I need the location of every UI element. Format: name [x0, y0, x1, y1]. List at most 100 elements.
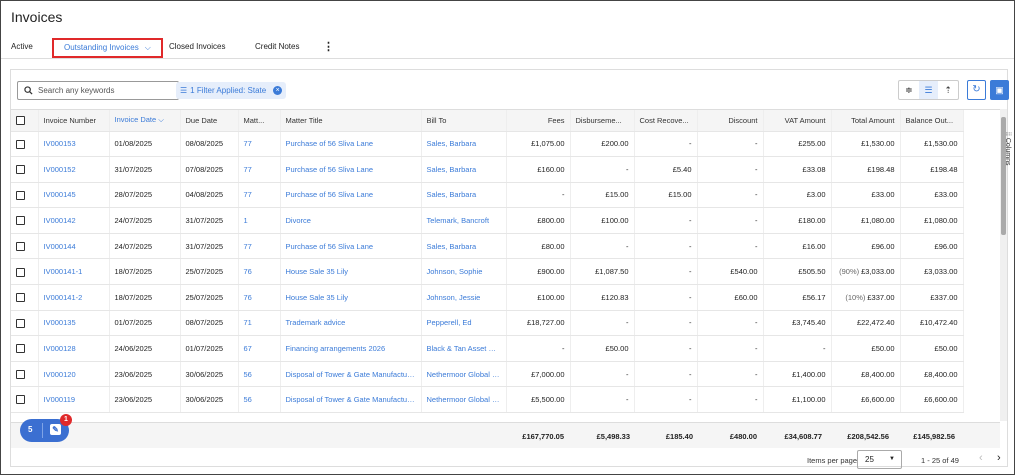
- cell-matter-number[interactable]: 1: [238, 207, 281, 234]
- cell-matter-number[interactable]: 76: [238, 284, 281, 311]
- cell-matter-number[interactable]: 56: [238, 361, 281, 388]
- row-checkbox[interactable]: [11, 258, 39, 286]
- total-cost-recovery: £185.40: [665, 432, 693, 441]
- col-header[interactable]: VAT Amount: [763, 110, 832, 132]
- cell-matter-number[interactable]: 77: [238, 182, 281, 209]
- cell-matter-title[interactable]: Purchase of 56 Sliva Lane: [280, 182, 422, 209]
- col-header[interactable]: Matter Title: [280, 110, 422, 132]
- col-header[interactable]: Balance Out...: [900, 110, 964, 132]
- cell-bill-to[interactable]: Telemark, Bancroft: [421, 207, 507, 234]
- tab-closed-invoices[interactable]: Closed Invoices: [169, 37, 225, 57]
- col-header[interactable]: Invoice Number: [38, 110, 110, 132]
- row-checkbox[interactable]: [11, 361, 39, 388]
- row-checkbox[interactable]: [11, 156, 39, 183]
- cell-bill-to[interactable]: Sales, Barbara: [421, 233, 507, 260]
- cell-bill-to[interactable]: Johnson, Sophie: [421, 258, 507, 286]
- cell-invoice-number[interactable]: IV000153: [38, 131, 110, 158]
- cell-bill-to[interactable]: Sales, Barbara: [421, 182, 507, 209]
- col-header[interactable]: Bill To: [421, 110, 507, 132]
- col-header[interactable]: Matt...: [238, 110, 281, 132]
- cell-bill-to[interactable]: Pepperell, Ed: [421, 310, 507, 337]
- tab-credit-notes[interactable]: Credit Notes: [255, 37, 299, 57]
- cell-matter-title[interactable]: Trademark advice: [280, 310, 422, 337]
- col-header-sorted[interactable]: Invoice Date ⌵: [109, 110, 181, 132]
- table-row[interactable]: IV000120 23/06/2025 30/06/2025 56 Disposal o…: [11, 361, 964, 388]
- density-compact-icon[interactable]: ≑: [899, 81, 919, 99]
- col-header[interactable]: Due Date: [180, 110, 239, 132]
- prev-page-icon[interactable]: ‹: [979, 452, 983, 464]
- cell-invoice-number[interactable]: IV000120: [38, 361, 110, 388]
- cell-bill-to[interactable]: Nethermoor Global Ltd: [421, 386, 507, 414]
- more-options-icon[interactable]: ⋮: [323, 40, 334, 53]
- cell-bill-to[interactable]: Black & Tan Asset M...: [421, 335, 507, 362]
- cell-matter-number[interactable]: 77: [238, 156, 281, 183]
- cell-invoice-number[interactable]: IV000144: [38, 233, 110, 260]
- tab-outstanding-invoices[interactable]: Outstanding Invoices ⌵: [52, 38, 163, 58]
- cell-matter-number[interactable]: 76: [238, 258, 281, 286]
- refresh-button[interactable]: ↻: [967, 80, 986, 100]
- table-row[interactable]: IV000142 24/07/2025 31/07/2025 1 Divorce Tele…: [11, 207, 964, 234]
- select-all-checkbox[interactable]: [11, 110, 39, 132]
- row-checkbox[interactable]: [11, 335, 39, 362]
- cell-matter-title[interactable]: Disposal of Tower & Gate Manufacturing: [280, 386, 422, 414]
- cell-invoice-number[interactable]: IV000142: [38, 207, 110, 234]
- density-comfortable-icon[interactable]: ⇡: [938, 81, 958, 99]
- cell-matter-title[interactable]: Purchase of 56 Sliva Lane: [280, 233, 422, 260]
- row-checkbox[interactable]: [11, 131, 39, 158]
- cell-invoice-number[interactable]: IV000128: [38, 335, 110, 362]
- cell-bill-to[interactable]: Nethermoor Global Ltd: [421, 361, 507, 388]
- table-row[interactable]: IV000152 31/07/2025 07/08/2025 77 Purchase o…: [11, 156, 964, 183]
- cell-matter-title[interactable]: Financing arrangements 2026: [280, 335, 422, 362]
- density-standard-icon[interactable]: ☰: [918, 81, 939, 99]
- cell-invoice-number[interactable]: IV000135: [38, 310, 110, 337]
- col-header[interactable]: Total Amount: [831, 110, 901, 132]
- table-row[interactable]: IV000153 01/08/2025 08/08/2025 77 Purchase o…: [11, 131, 964, 158]
- cell-invoice-number[interactable]: IV000141-1: [38, 258, 110, 286]
- clear-filter-icon[interactable]: ×: [273, 86, 283, 95]
- col-header[interactable]: Fees: [506, 110, 571, 132]
- table-row[interactable]: IV000141-2 18/07/2025 25/07/2025 76 House Sa…: [11, 284, 964, 311]
- col-header[interactable]: Disburseme...: [570, 110, 635, 132]
- cell-matter-number[interactable]: 77: [238, 131, 281, 158]
- table-row[interactable]: IV000144 24/07/2025 31/07/2025 77 Purchase o…: [11, 233, 964, 260]
- tab-active[interactable]: Active: [11, 37, 33, 57]
- cell-invoice-number[interactable]: IV000141-2: [38, 284, 110, 311]
- row-checkbox[interactable]: [11, 182, 39, 209]
- cell-invoice-number[interactable]: IV000152: [38, 156, 110, 183]
- cell-matter-title[interactable]: Divorce: [280, 207, 422, 234]
- table-row[interactable]: IV000145 28/07/2025 04/08/2025 77 Purchase o…: [11, 182, 964, 209]
- cell-matter-number[interactable]: 56: [238, 386, 281, 414]
- filter-chip[interactable]: ☰ 1 Filter Applied: State ×: [176, 82, 287, 99]
- col-header[interactable]: Cost Recove...: [634, 110, 698, 132]
- save-view-button[interactable]: ▣: [990, 80, 1009, 100]
- cell-matter-title[interactable]: House Sale 35 Lily: [280, 284, 422, 311]
- cell-matter-title[interactable]: Disposal of Tower & Gate Manufacturing: [280, 361, 422, 388]
- row-checkbox[interactable]: [11, 386, 39, 414]
- next-page-icon[interactable]: ›: [997, 452, 1001, 464]
- cell-bill-to[interactable]: Sales, Barbara: [421, 131, 507, 158]
- col-header[interactable]: Discount: [697, 110, 764, 132]
- cell-matter-title[interactable]: Purchase of 56 Sliva Lane: [280, 156, 422, 183]
- row-checkbox[interactable]: [11, 233, 39, 260]
- cell-invoice-number[interactable]: IV000145: [38, 182, 110, 209]
- table-row[interactable]: IV000128 24/06/2025 01/07/2025 67 Financing …: [11, 335, 964, 362]
- row-checkbox[interactable]: [11, 284, 39, 311]
- cell-matter-title[interactable]: House Sale 35 Lily: [280, 258, 422, 286]
- cell-invoice-number[interactable]: IV000119: [38, 386, 110, 414]
- columns-panel-toggle[interactable]: ⁞⁞ Columns: [1002, 132, 1011, 192]
- cell-matter-number[interactable]: 77: [238, 233, 281, 260]
- cell-bill-to[interactable]: Sales, Barbara: [421, 156, 507, 183]
- cell-balance-outstanding: £1,080.00: [900, 207, 964, 234]
- items-per-page-select[interactable]: 25 ▼: [857, 450, 902, 469]
- table-row[interactable]: IV000141-1 18/07/2025 25/07/2025 76 House Sa…: [11, 258, 964, 286]
- table-row[interactable]: IV000135 01/07/2025 08/07/2025 71 Trademark …: [11, 310, 964, 337]
- cell-matter-title[interactable]: Purchase of 56 Sliva Lane: [280, 131, 422, 158]
- table-row[interactable]: IV000119 23/06/2025 30/06/2025 56 Disposal o…: [11, 386, 964, 414]
- cell-matter-number[interactable]: 67: [238, 335, 281, 362]
- cell-bill-to[interactable]: Johnson, Jessie: [421, 284, 507, 311]
- cell-matter-number[interactable]: 71: [238, 310, 281, 337]
- search-input[interactable]: [38, 86, 168, 95]
- row-checkbox[interactable]: [11, 310, 39, 337]
- chat-widget[interactable]: 5 ✎ 1: [20, 414, 72, 442]
- row-checkbox[interactable]: [11, 207, 39, 234]
